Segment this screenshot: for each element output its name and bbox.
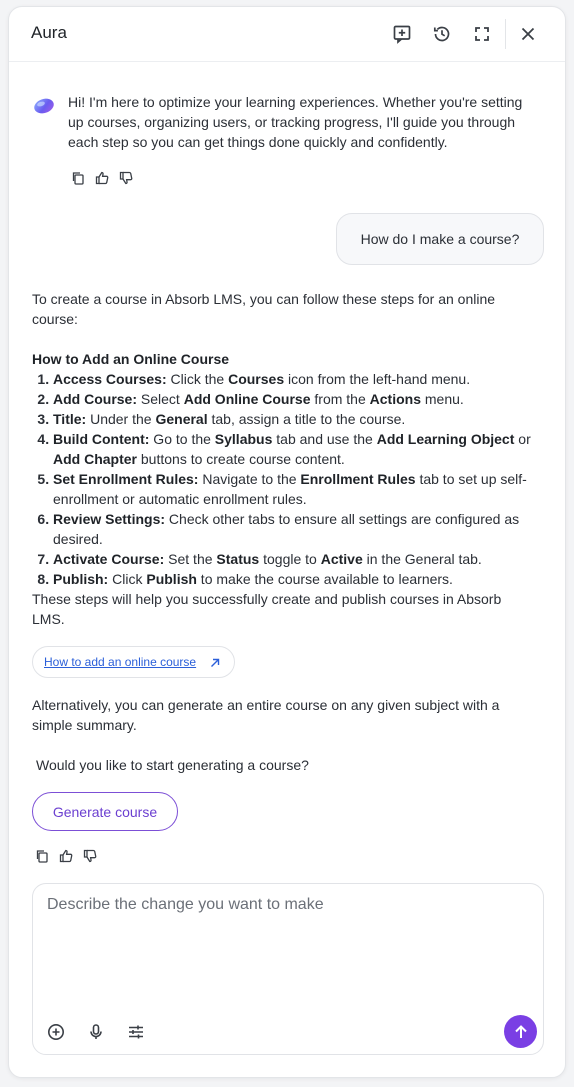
arrow-up-icon: [514, 1024, 527, 1038]
add-attachment-icon[interactable]: [45, 1021, 67, 1043]
step-item: Build Content: Go to the Syllabus tab an…: [53, 429, 532, 469]
step-item: Add Course: Select Add Online Course fro…: [53, 389, 532, 409]
copy-icon[interactable]: [33, 847, 51, 865]
user-message-text: How do I make a course?: [360, 231, 520, 247]
thumbs-down-icon[interactable]: [81, 847, 99, 865]
generate-question: Would you like to start generating a cou…: [36, 757, 309, 773]
answer-intro: To create a course in Absorb LMS, you ca…: [32, 291, 496, 327]
external-link-icon: [211, 658, 220, 667]
panel-header: Aura: [9, 7, 565, 62]
assistant-greeting: Hi! I'm here to optimize your learning e…: [68, 94, 523, 150]
step-item: Title: Under the General tab, assign a t…: [53, 409, 532, 429]
steps-list: Access Courses: Click the Courses icon f…: [32, 369, 532, 589]
step-item: Review Settings: Check other tabs to ens…: [53, 509, 532, 549]
thumbs-down-icon[interactable]: [117, 169, 135, 187]
step-item: Activate Course: Set the Status toggle t…: [53, 549, 532, 569]
header-divider: [505, 19, 506, 49]
aura-avatar-icon: [34, 98, 54, 114]
fullscreen-icon[interactable]: [469, 21, 495, 47]
step-item: Publish: Click Publish to make the cours…: [53, 569, 532, 589]
user-message: How do I make a course?: [336, 213, 544, 265]
online-course-link[interactable]: How to add an online course: [32, 646, 235, 678]
new-chat-icon[interactable]: [389, 21, 415, 47]
aura-chat-panel: Aura Hi! I'm here to optimize your learn…: [8, 6, 566, 1078]
step-item: Set Enrollment Rules: Navigate to the En…: [53, 469, 532, 509]
alternative-text: Alternatively, you can generate an entir…: [32, 697, 500, 733]
copy-icon[interactable]: [69, 169, 87, 187]
greeting-feedback: [69, 169, 135, 187]
message-composer: [32, 883, 544, 1055]
thumbs-up-icon[interactable]: [57, 847, 75, 865]
close-icon[interactable]: [515, 21, 541, 47]
answer-feedback: [33, 847, 99, 865]
answer-outro: These steps will help you successfully c…: [32, 591, 502, 627]
message-input[interactable]: [47, 896, 527, 996]
assistant-answer: To create a course in Absorb LMS, you ca…: [32, 289, 532, 629]
history-icon[interactable]: [429, 21, 455, 47]
thumbs-up-icon[interactable]: [93, 169, 111, 187]
answer-heading: How to Add an Online Course: [32, 351, 230, 367]
send-button[interactable]: [504, 1015, 537, 1048]
settings-sliders-icon[interactable]: [125, 1021, 147, 1043]
link-label: How to add an online course: [44, 655, 197, 669]
panel-title: Aura: [31, 23, 67, 42]
generate-course-button[interactable]: Generate course: [32, 792, 178, 831]
step-item: Access Courses: Click the Courses icon f…: [53, 369, 532, 389]
microphone-icon[interactable]: [85, 1021, 107, 1043]
